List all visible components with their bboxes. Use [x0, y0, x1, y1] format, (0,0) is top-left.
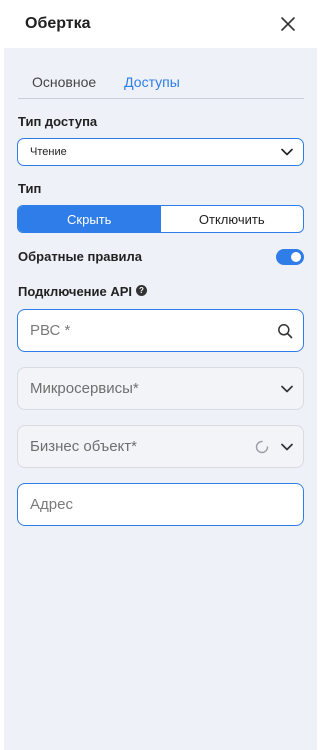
loading-spinner-icon: [255, 440, 269, 453]
rvs-search-input[interactable]: РВС *: [17, 309, 304, 352]
business-object-select[interactable]: Бизнес объект*: [17, 425, 304, 468]
type-option-hide[interactable]: Скрыть: [18, 206, 161, 232]
chevron-down-icon: [281, 443, 293, 450]
tab-bar: Основное Доступы: [18, 70, 304, 99]
address-placeholder: Адрес: [30, 496, 73, 513]
close-button[interactable]: [279, 15, 297, 33]
reverse-rules-label: Обратные правила: [18, 249, 142, 264]
search-icon: [278, 323, 293, 338]
reverse-rules-toggle[interactable]: [276, 249, 304, 265]
side-panel: Обертка Основное Доступы Тип доступа Чте…: [0, 0, 320, 750]
access-type-value: Чтение: [30, 146, 67, 158]
api-connection-label: Подключение API: [18, 284, 133, 299]
tab-access[interactable]: Доступы: [110, 70, 194, 98]
chevron-down-icon: [281, 148, 293, 156]
access-type-label: Тип доступа: [18, 114, 98, 129]
panel-title: Обертка: [25, 15, 91, 32]
address-input[interactable]: Адрес: [17, 483, 304, 526]
toggle-knob: [291, 252, 301, 262]
panel-left-edge: [0, 48, 4, 750]
type-segmented-control: Скрыть Отключить: [17, 205, 304, 233]
chevron-down-icon: [281, 385, 293, 392]
business-object-controls: [255, 440, 293, 454]
close-icon: [281, 17, 295, 31]
type-option-disable[interactable]: Отключить: [161, 206, 304, 232]
help-icon[interactable]: ?: [136, 285, 147, 296]
type-label: Тип: [18, 181, 42, 196]
access-type-select[interactable]: Чтение: [17, 138, 304, 166]
microservices-placeholder: Микросервисы*: [30, 380, 139, 397]
tab-main[interactable]: Основное: [18, 70, 110, 98]
business-object-placeholder: Бизнес объект*: [30, 438, 137, 455]
panel-header: Обертка: [0, 0, 317, 48]
rvs-placeholder: РВС *: [30, 322, 71, 339]
microservices-select[interactable]: Микросервисы*: [17, 367, 304, 410]
